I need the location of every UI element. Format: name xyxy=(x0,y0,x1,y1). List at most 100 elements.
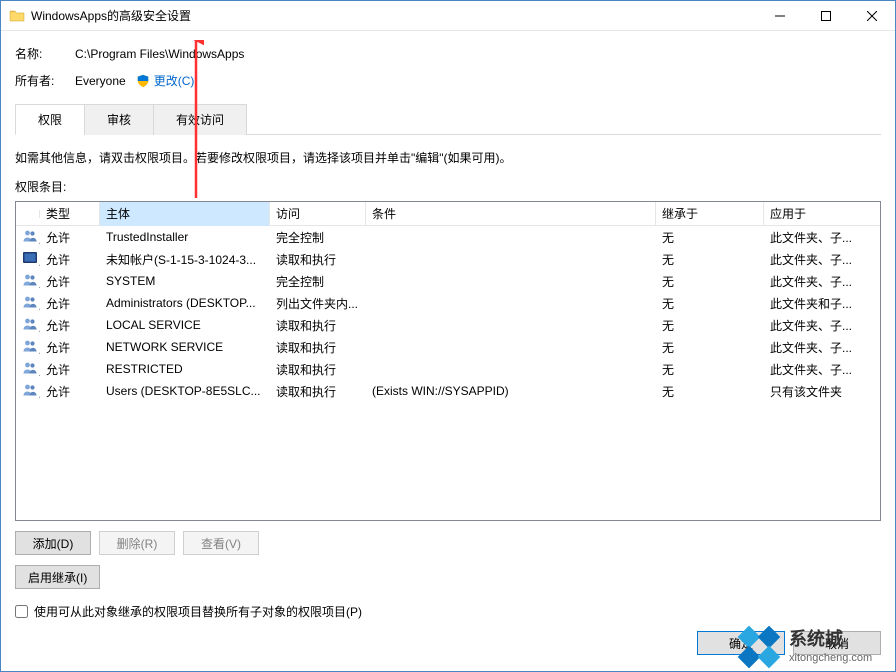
cell-type: 允许 xyxy=(40,248,100,271)
permissions-table: 类型 主体 访问 条件 继承于 应用于 允许TrustedInstaller完全… xyxy=(15,201,881,521)
cell-principal: Administrators (DESKTOP... xyxy=(100,293,270,313)
cell-condition xyxy=(366,256,656,262)
cell-principal: RESTRICTED xyxy=(100,359,270,379)
table-row[interactable]: 允许LOCAL SERVICE读取和执行无此文件夹、子... xyxy=(16,314,880,336)
col-inherited[interactable]: 继承于 xyxy=(656,201,764,226)
owner-row: 所有者: Everyone 更改(C) xyxy=(15,72,881,89)
users-icon xyxy=(22,360,38,376)
cell-principal: NETWORK SERVICE xyxy=(100,337,270,357)
col-applies[interactable]: 应用于 xyxy=(764,201,880,226)
cell-inherited: 无 xyxy=(656,336,764,359)
cell-applies: 此文件夹、子... xyxy=(764,270,880,293)
users-icon xyxy=(22,228,38,244)
cell-inherited: 无 xyxy=(656,314,764,337)
titlebar: WindowsApps的高级安全设置 xyxy=(1,1,895,31)
name-row: 名称: C:\Program Files\WindowsApps xyxy=(15,45,881,62)
owner-value: Everyone xyxy=(75,74,126,88)
table-row[interactable]: 允许Administrators (DESKTOP...列出文件夹内...无此文… xyxy=(16,292,880,314)
cell-access: 列出文件夹内... xyxy=(270,292,366,315)
cell-applies: 此文件夹和子... xyxy=(764,292,880,315)
add-button[interactable]: 添加(D) xyxy=(15,531,91,555)
users-icon xyxy=(22,272,38,288)
tab-audit[interactable]: 审核 xyxy=(84,104,154,135)
cell-applies: 此文件夹、子... xyxy=(764,336,880,359)
cell-applies: 只有该文件夹 xyxy=(764,380,880,403)
tab-effective-access[interactable]: 有效访问 xyxy=(153,104,247,135)
table-row[interactable]: 允许Users (DESKTOP-8E5SLC...读取和执行(Exists W… xyxy=(16,380,880,402)
minimize-button[interactable] xyxy=(757,1,803,31)
object-path: C:\Program Files\WindowsApps xyxy=(75,47,881,61)
cell-condition xyxy=(366,300,656,306)
tab-bar: 权限 审核 有效访问 xyxy=(15,103,881,135)
dialog-footer: 确定 取消 xyxy=(1,625,895,671)
cell-access: 读取和执行 xyxy=(270,336,366,359)
cell-access: 读取和执行 xyxy=(270,248,366,271)
view-button: 查看(V) xyxy=(183,531,259,555)
maximize-button[interactable] xyxy=(803,1,849,31)
advanced-security-window: WindowsApps的高级安全设置 名称: C:\Program Files\… xyxy=(0,0,896,672)
name-label: 名称: xyxy=(15,45,75,62)
cell-applies: 此文件夹、子... xyxy=(764,358,880,381)
entry-buttons: 添加(D) 删除(R) 查看(V) xyxy=(15,531,881,555)
cell-condition xyxy=(366,278,656,284)
cell-type: 允许 xyxy=(40,380,100,403)
cell-access: 读取和执行 xyxy=(270,358,366,381)
replace-label: 使用可从此对象继承的权限项目替换所有子对象的权限项目(P) xyxy=(34,603,362,620)
cell-access: 完全控制 xyxy=(270,226,366,249)
cell-condition xyxy=(366,234,656,240)
owner-label: 所有者: xyxy=(15,72,75,89)
table-row[interactable]: 允许未知帐户(S-1-15-3-1024-3...读取和执行无此文件夹、子... xyxy=(16,248,880,270)
cell-condition xyxy=(366,366,656,372)
content-area: 名称: C:\Program Files\WindowsApps 所有者: Ev… xyxy=(1,31,895,625)
cell-principal: Users (DESKTOP-8E5SLC... xyxy=(100,381,270,401)
col-access[interactable]: 访问 xyxy=(270,201,366,226)
enable-inheritance-button[interactable]: 启用继承(I) xyxy=(15,565,100,589)
col-condition[interactable]: 条件 xyxy=(366,201,656,226)
table-row[interactable]: 允许RESTRICTED读取和执行 无此文件夹、子... xyxy=(16,358,880,380)
cell-condition xyxy=(366,322,656,328)
cell-type: 允许 xyxy=(40,358,100,381)
cell-inherited: 无 xyxy=(656,358,764,381)
cell-inherited: 无 xyxy=(656,380,764,403)
info-text: 如需其他信息，请双击权限项目。若要修改权限项目，请选择该项目并单击"编辑"(如果… xyxy=(15,149,881,166)
tab-permissions[interactable]: 权限 xyxy=(15,104,85,135)
cell-condition xyxy=(366,344,656,350)
table-body[interactable]: 允许TrustedInstaller完全控制无此文件夹、子...允许未知帐户(S… xyxy=(16,226,880,520)
cell-type: 允许 xyxy=(40,226,100,249)
cell-principal: TrustedInstaller xyxy=(100,227,270,247)
cell-inherited: 无 xyxy=(656,248,764,271)
cell-type: 允许 xyxy=(40,292,100,315)
cell-inherited: 无 xyxy=(656,226,764,249)
shield-icon xyxy=(136,74,150,88)
ok-button[interactable]: 确定 xyxy=(697,631,785,655)
remove-button: 删除(R) xyxy=(99,531,175,555)
cell-type: 允许 xyxy=(40,336,100,359)
app-icon xyxy=(22,250,38,266)
col-icon[interactable] xyxy=(16,210,40,218)
folder-icon xyxy=(9,8,25,24)
table-row[interactable]: 允许NETWORK SERVICE读取和执行 无此文件夹、子... xyxy=(16,336,880,358)
users-icon xyxy=(22,382,38,398)
replace-checkbox[interactable] xyxy=(15,605,28,618)
cell-applies: 此文件夹、子... xyxy=(764,248,880,271)
table-row[interactable]: 允许TrustedInstaller完全控制无此文件夹、子... xyxy=(16,226,880,248)
users-icon xyxy=(22,294,38,310)
change-owner-link[interactable]: 更改(C) xyxy=(154,72,195,89)
cell-applies: 此文件夹、子... xyxy=(764,314,880,337)
cell-inherited: 无 xyxy=(656,270,764,293)
cell-condition: (Exists WIN://SYSAPPID) xyxy=(366,381,656,401)
cell-type: 允许 xyxy=(40,270,100,293)
replace-row: 使用可从此对象继承的权限项目替换所有子对象的权限项目(P) xyxy=(15,603,881,620)
cell-type: 允许 xyxy=(40,314,100,337)
cell-access: 读取和执行 xyxy=(270,314,366,337)
entries-label: 权限条目: xyxy=(15,178,881,195)
inherit-buttons: 启用继承(I) xyxy=(15,565,881,589)
table-header: 类型 主体 访问 条件 继承于 应用于 xyxy=(16,202,880,226)
col-type[interactable]: 类型 xyxy=(40,201,100,226)
cell-access: 完全控制 xyxy=(270,270,366,293)
users-icon xyxy=(22,316,38,332)
close-button[interactable] xyxy=(849,1,895,31)
cancel-button[interactable]: 取消 xyxy=(793,631,881,655)
table-row[interactable]: 允许SYSTEM完全控制无此文件夹、子... xyxy=(16,270,880,292)
col-principal[interactable]: 主体 xyxy=(100,201,270,226)
